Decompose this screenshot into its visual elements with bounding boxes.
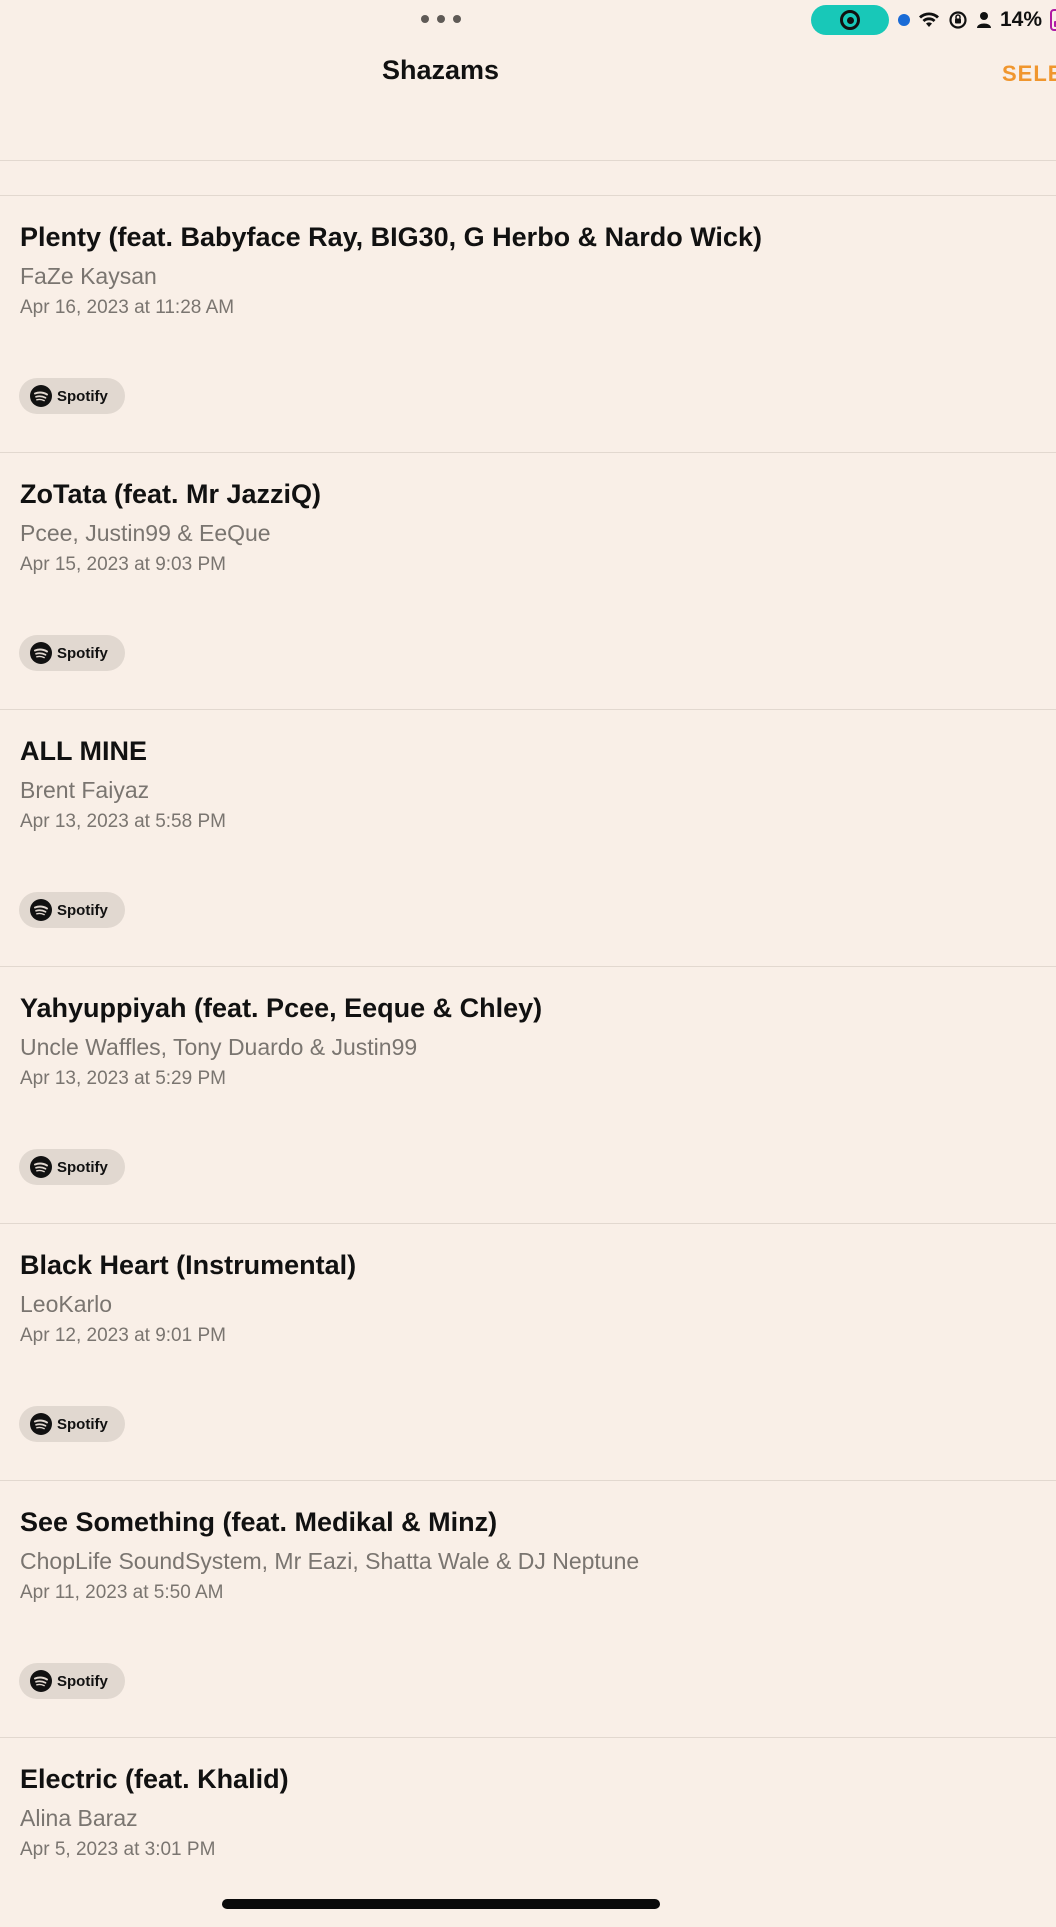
screen-record-icon[interactable] [811,5,889,35]
status-icons: 14% [898,6,1056,34]
song-date: Apr 13, 2023 at 5:58 PM [20,811,226,832]
song-artist: LeoKarlo [20,1291,113,1317]
song-artist: ChopLife SoundSystem, Mr Eazi, Shatta Wa… [20,1548,640,1574]
song-date: Apr 15, 2023 at 9:03 PM [20,554,226,575]
location-dot-icon [898,14,910,26]
list-item[interactable]: ZoTata (feat. Mr JazziQ) Pcee, Justin99 … [0,452,1056,709]
song-date: Apr 13, 2023 at 5:29 PM [20,1068,226,1089]
more-dots-icon[interactable] [421,12,461,26]
spotify-label: Spotify [57,387,108,405]
song-date: Apr 16, 2023 at 11:28 AM [20,297,235,318]
spotify-button[interactable]: Spotify [19,1406,125,1442]
spotify-label: Spotify [57,644,108,662]
spotify-button[interactable]: Spotify [19,892,125,928]
song-artist: Brent Faiyaz [20,777,150,803]
song-title: Electric (feat. Khalid) [20,1764,289,1794]
song-date: Apr 11, 2023 at 5:50 AM [20,1582,224,1603]
spotify-icon [30,385,52,407]
wifi-icon [919,12,939,27]
page-title: Shazams [381,55,500,85]
battery-percent: 14% [1000,8,1043,31]
song-artist: Uncle Waffles, Tony Duardo & Justin99 [20,1034,418,1060]
home-indicator[interactable] [222,1899,660,1909]
list-item[interactable]: Yahyuppiyah (feat. Pcee, Eeque & Chley) … [0,966,1056,1223]
shazam-list: Plenty (feat. Babyface Ray, BIG30, G Her… [0,195,1056,1927]
song-title: See Something (feat. Medikal & Minz) [20,1507,498,1537]
song-artist: FaZe Kaysan [20,263,157,289]
list-item[interactable]: See Something (feat. Medikal & Minz) Cho… [0,1480,1056,1737]
spotify-button[interactable]: Spotify [19,1149,125,1185]
spotify-icon [30,1413,52,1435]
spotify-button[interactable]: Spotify [19,378,125,414]
song-title: Black Heart (Instrumental) [20,1250,357,1280]
spotify-label: Spotify [57,1672,108,1690]
song-date: Apr 12, 2023 at 9:01 PM [20,1325,226,1346]
spotify-label: Spotify [57,1158,108,1176]
battery-icon [1050,9,1056,31]
list-item[interactable]: Black Heart (Instrumental) LeoKarlo Apr … [0,1223,1056,1480]
spotify-button[interactable]: Spotify [19,635,125,671]
person-icon [977,12,991,28]
song-title: ZoTata (feat. Mr JazziQ) [20,479,322,509]
list-item[interactable]: ALL MINE Brent Faiyaz Apr 13, 2023 at 5:… [0,709,1056,966]
song-title: Plenty (feat. Babyface Ray, BIG30, G Her… [20,222,762,252]
song-date: Apr 5, 2023 at 3:01 PM [20,1839,216,1860]
song-artist: Alina Baraz [20,1805,138,1831]
spotify-label: Spotify [57,901,108,919]
spotify-icon [30,1670,52,1692]
rotation-lock-icon [949,11,967,29]
spotify-icon [30,899,52,921]
header-divider [0,160,1056,161]
song-artist: Pcee, Justin99 & EeQue [20,520,271,546]
song-title: Yahyuppiyah (feat. Pcee, Eeque & Chley) [20,993,543,1023]
list-item[interactable]: Plenty (feat. Babyface Ray, BIG30, G Her… [0,195,1056,452]
status-bar: 14% [0,0,1056,40]
spotify-label: Spotify [57,1415,108,1433]
song-title: ALL MINE [20,736,147,766]
select-button[interactable]: SELE [1002,61,1056,87]
spotify-icon [30,642,52,664]
spotify-icon [30,1156,52,1178]
spotify-button[interactable]: Spotify [19,1663,125,1699]
